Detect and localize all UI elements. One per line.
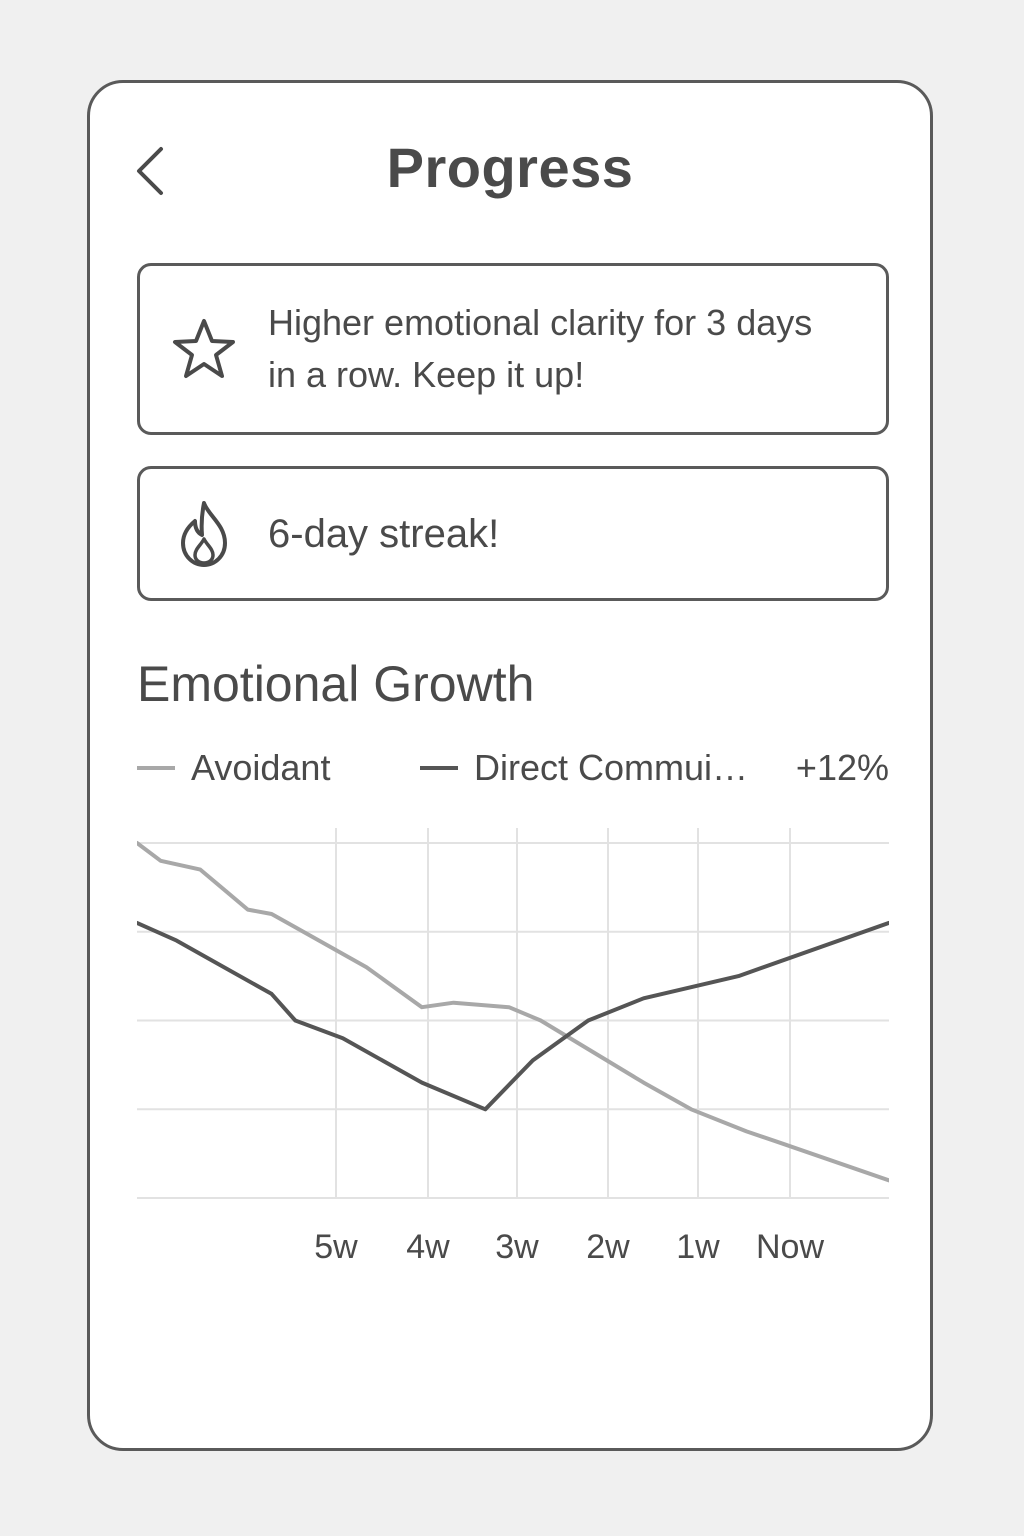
legend-label-direct: Direct Commui…: [474, 747, 749, 788]
page-title: Progress: [386, 136, 634, 199]
legend-item-avoidant: Avoidant: [137, 747, 330, 789]
x-tick-label: 2w: [586, 1228, 630, 1266]
emotional-growth-chart: 5w 4w 3w 2w 1w Now: [137, 828, 889, 1266]
series-line-direct: [137, 920, 889, 1112]
x-tick-label: 1w: [676, 1228, 720, 1266]
x-tick-label: 3w: [495, 1228, 539, 1266]
streak-card[interactable]: 6-day streak!: [137, 466, 889, 601]
legend-swatch-direct: [420, 766, 458, 770]
achievement-text: Higher emotional clarity for 3 days in a…: [268, 302, 813, 395]
flame-icon: [140, 499, 268, 569]
x-tick-label: 5w: [314, 1228, 358, 1266]
streak-text: 6-day streak!: [268, 511, 500, 556]
x-tick-label: Now: [756, 1228, 824, 1266]
x-tick-label: 4w: [406, 1228, 450, 1266]
legend-label-avoidant: Avoidant: [191, 747, 331, 788]
section-title: Emotional Growth: [137, 656, 535, 712]
achievement-card[interactable]: Higher emotional clarity for 3 days in a…: [137, 263, 889, 435]
phone-frame: Progress Higher emotional clarity for 3 …: [87, 80, 933, 1451]
growth-delta: +12%: [795, 747, 889, 788]
legend-swatch-avoidant: [137, 766, 175, 770]
legend-item-direct: Direct Commui…: [420, 747, 748, 789]
chart-legend: Avoidant Direct Commui… +12%: [137, 747, 889, 793]
series-line-avoidant: [137, 841, 889, 1183]
star-icon: [140, 316, 268, 382]
